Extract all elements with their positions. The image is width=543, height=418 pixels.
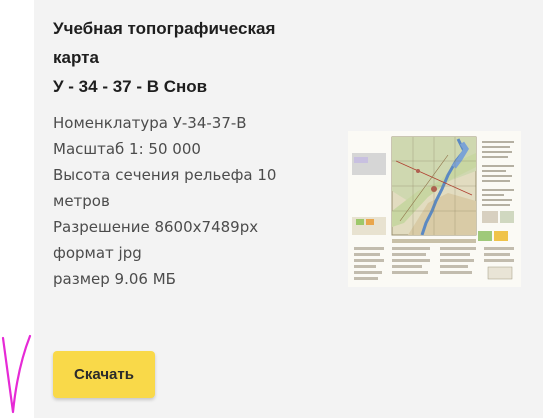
spec-contour-interval-unit: метров [53, 192, 110, 210]
title-line: карта [53, 48, 99, 67]
spec-size: размер 9.06 МБ [53, 270, 176, 288]
product-title: Учебная топографическая карта У - 34 - 3… [53, 14, 323, 101]
spec-format: формат jpg [53, 244, 142, 262]
spec-scale: Масштаб 1: 50 000 [53, 140, 201, 158]
title-line: У - 34 - 37 - В Снов [53, 77, 208, 96]
spec-nomenclature: Номенклатура У-34-37-В [53, 114, 247, 132]
spec-resolution: Разрешение 8600x7489px [53, 218, 259, 236]
download-button[interactable]: Скачать [53, 351, 155, 398]
map-thumbnail[interactable] [348, 131, 521, 287]
spec-list: Номенклатура У-34-37-В Масштаб 1: 50 000… [53, 110, 308, 292]
spec-contour-interval: Высота сечения рельефа 10 [53, 166, 277, 184]
map-preview-image [348, 131, 521, 287]
product-card: Учебная топографическая карта У - 34 - 3… [34, 0, 543, 418]
pen-annotation-mark [1, 334, 32, 414]
title-line: Учебная топографическая [53, 19, 276, 38]
